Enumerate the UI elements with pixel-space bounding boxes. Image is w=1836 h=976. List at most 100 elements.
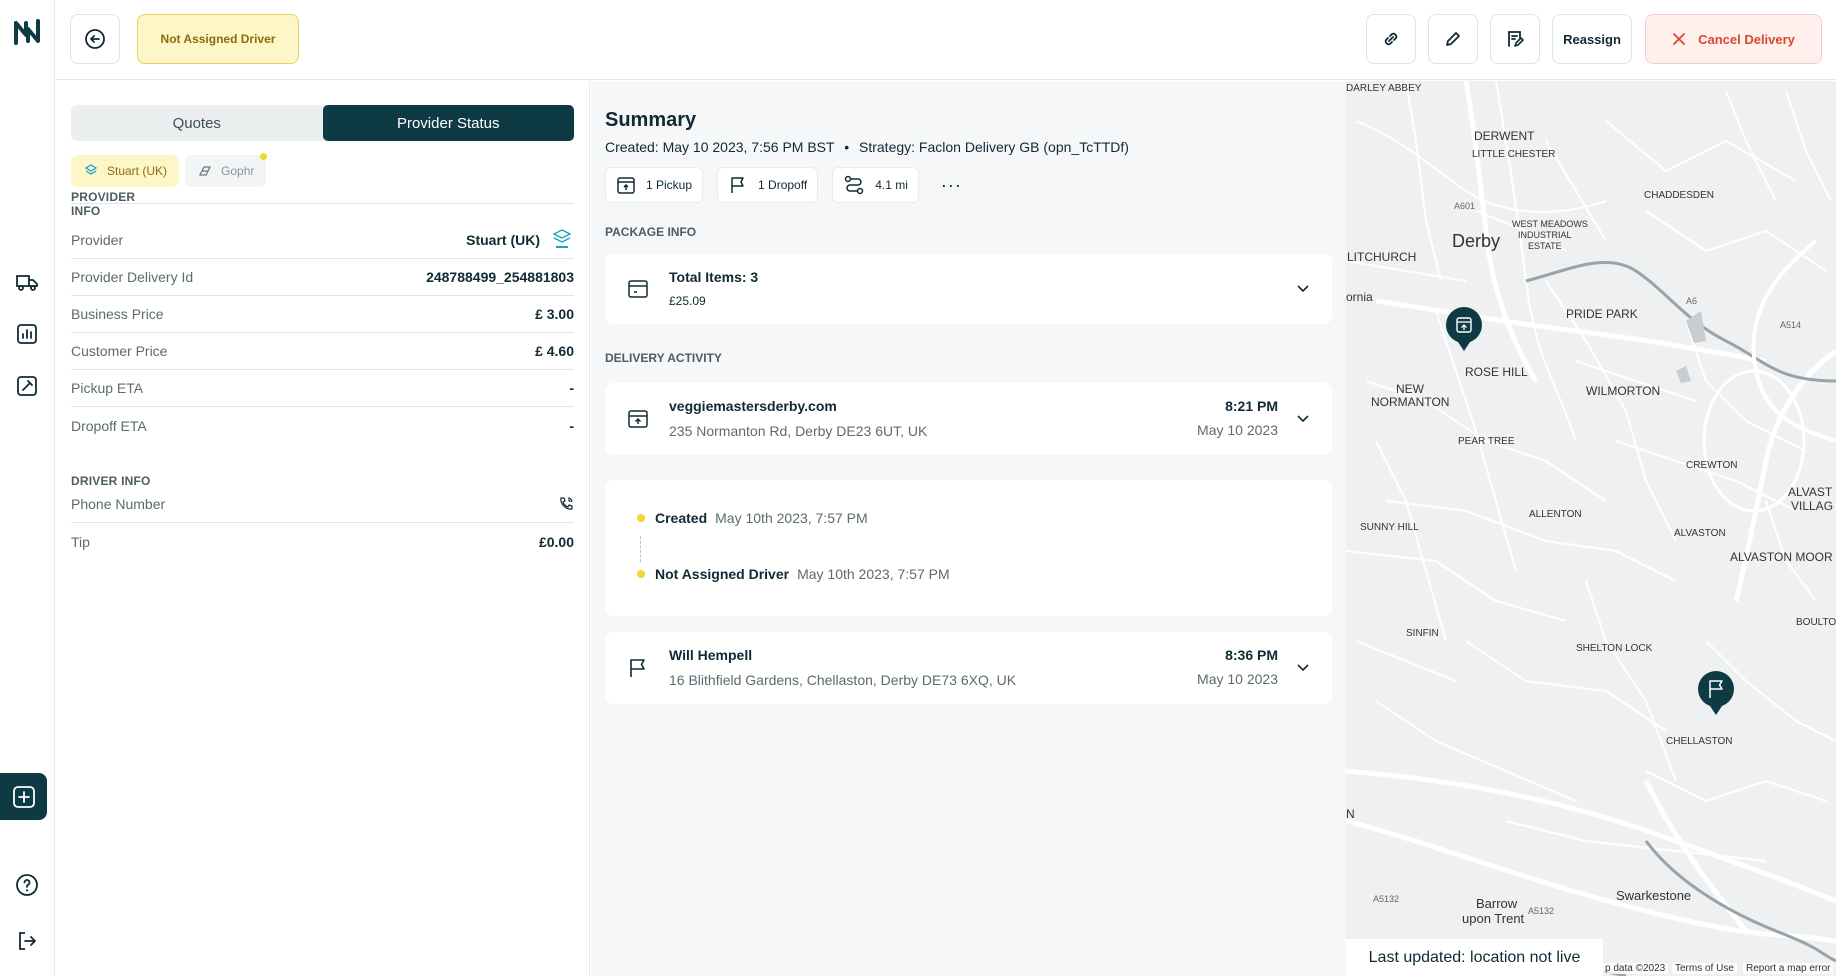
row-pickup-eta: Pickup ETA - xyxy=(71,370,574,407)
row-value: £ 4.60 xyxy=(535,343,574,359)
nav-rail xyxy=(0,0,55,976)
map-label: PRIDE PARK xyxy=(1566,307,1638,321)
map-label: CHADDESDEN xyxy=(1644,190,1714,201)
report-map-error-link[interactable]: Report a map error xyxy=(1743,963,1834,974)
map-label: ALVASTON xyxy=(1674,528,1726,539)
pickup-map-marker[interactable] xyxy=(1446,307,1482,351)
pickup-box-icon xyxy=(628,410,648,428)
stuart-logo-icon xyxy=(84,164,98,175)
row-value: Stuart (UK) xyxy=(466,227,574,253)
map-label: ALLENTON xyxy=(1529,509,1582,520)
map-label: INDUSTRIAL xyxy=(1518,230,1572,240)
pencil-icon xyxy=(1446,32,1460,46)
pickup-box-icon xyxy=(617,177,635,194)
tools-wrench-icon[interactable] xyxy=(9,368,45,404)
dropoff-count-chip: 1 Dropoff xyxy=(717,167,819,203)
strategy-text: Strategy: Faclon Delivery GB (opn_TcTTDf… xyxy=(859,139,1129,155)
provider-tab-label: Gophr xyxy=(221,164,255,178)
note-edit-icon xyxy=(1508,31,1524,47)
dropoff-time: 8:36 PM May 10 2023 xyxy=(1197,647,1278,687)
row-label: Phone Number xyxy=(71,496,166,512)
map-label: VILLAG xyxy=(1791,499,1833,513)
separator-dot: • xyxy=(844,139,850,155)
package-info-heading: PACKAGE INFO xyxy=(605,225,697,239)
map-data-attribution: p data ©2023 xyxy=(1602,963,1669,974)
last-updated-label: Last updated: location not live xyxy=(1346,939,1603,976)
logout-icon[interactable] xyxy=(9,923,45,959)
row-value: 248788499_254881803 xyxy=(426,269,574,285)
chevron-down-icon[interactable] xyxy=(1296,412,1310,426)
row-tip: Tip £0.00 xyxy=(71,523,574,560)
close-icon xyxy=(1673,33,1685,45)
panel-tabs: Quotes Provider Status xyxy=(71,105,574,141)
deliveries-truck-icon[interactable] xyxy=(9,264,45,300)
map-label: upon Trent xyxy=(1462,911,1525,926)
map-label: Swarkestone xyxy=(1616,888,1691,903)
package-card[interactable]: Total Items: 3 £25.09 xyxy=(605,254,1332,324)
map-label: LITTLE CHESTER xyxy=(1472,149,1555,160)
flag-icon xyxy=(731,177,744,193)
delivery-map[interactable]: DARLEY ABBEY DERWENT LITTLE CHESTER CHAD… xyxy=(1346,81,1836,976)
pickup-card[interactable]: veggiemastersderby.com 235 Normanton Rd,… xyxy=(605,383,1332,455)
package-icon xyxy=(628,280,648,298)
map-label: Derby xyxy=(1452,231,1500,251)
reassign-button[interactable]: Reassign xyxy=(1552,14,1632,64)
back-button[interactable] xyxy=(70,14,120,64)
dropoff-card[interactable]: Will Hempell 16 Blithfield Gardens, Chel… xyxy=(605,632,1332,704)
app-logo-icon[interactable] xyxy=(9,14,45,50)
summary-subtitle: Created: May 10 2023, 7:56 PM BST • Stra… xyxy=(605,139,1129,155)
stuart-logo-icon xyxy=(552,229,572,248)
summary-chips: 1 Pickup 1 Dropoff 4.1 mi ··· xyxy=(605,167,962,203)
provider-tab-label: Stuart (UK) xyxy=(107,164,168,178)
notification-dot xyxy=(260,153,268,160)
provider-tab-stuart[interactable]: Stuart (UK) xyxy=(71,155,180,187)
map-canvas[interactable]: DARLEY ABBEY DERWENT LITTLE CHESTER CHAD… xyxy=(1346,81,1836,976)
map-label: A601 xyxy=(1454,201,1475,211)
tab-quotes[interactable]: Quotes xyxy=(71,105,323,141)
map-label: WEST MEADOWS xyxy=(1512,219,1588,229)
pickup-address: 235 Normanton Rd, Derby DE23 6UT, UK xyxy=(669,423,928,439)
map-label: ornia xyxy=(1346,290,1373,304)
row-value: - xyxy=(569,380,574,396)
chevron-down-icon[interactable] xyxy=(1296,282,1310,296)
call-button[interactable] xyxy=(558,496,574,512)
row-business-price: Business Price £ 3.00 xyxy=(71,296,574,333)
map-label: ALVAST xyxy=(1788,485,1833,499)
map-label: LITCHURCH xyxy=(1347,250,1416,264)
map-terms-link[interactable]: Terms of Use xyxy=(1672,963,1737,974)
provider-tab-gophr[interactable]: Gophr xyxy=(185,153,268,187)
row-customer-price: Customer Price £ 4.60 xyxy=(71,333,574,370)
create-delivery-button[interactable] xyxy=(0,773,47,820)
arrow-left-circle-icon xyxy=(85,29,105,49)
row-dropoff-eta: Dropoff ETA - xyxy=(71,407,574,444)
notes-button[interactable] xyxy=(1490,14,1540,64)
copy-link-button[interactable] xyxy=(1366,14,1416,64)
edit-button[interactable] xyxy=(1428,14,1478,64)
dropoff-map-marker[interactable] xyxy=(1698,671,1734,715)
more-options-button[interactable]: ··· xyxy=(941,175,962,196)
map-label: Barrow xyxy=(1476,896,1518,911)
pickup-name: veggiemastersderby.com xyxy=(669,398,837,414)
timeline-connector xyxy=(640,536,641,562)
tab-provider-status[interactable]: Provider Status xyxy=(322,105,574,141)
delivery-activity-heading: DELIVERY ACTIVITY xyxy=(605,351,722,365)
summary-title: Summary xyxy=(605,109,697,131)
analytics-chart-icon[interactable] xyxy=(9,316,45,352)
map-label: A5132 xyxy=(1373,894,1399,904)
row-value: - xyxy=(569,417,574,434)
map-label: WILMORTON xyxy=(1586,384,1660,398)
cancel-delivery-button[interactable]: Cancel Delivery xyxy=(1645,14,1822,64)
cancel-delivery-label: Cancel Delivery xyxy=(1698,31,1795,47)
help-icon[interactable] xyxy=(9,867,45,903)
map-label: SINFIN xyxy=(1406,628,1439,639)
link-icon xyxy=(1384,32,1398,46)
timeline-dot xyxy=(637,514,645,522)
package-price: £25.09 xyxy=(669,294,706,308)
top-bar: Not Assigned Driver Reassign Cancel Deli… xyxy=(56,0,1836,80)
divider xyxy=(71,203,574,204)
map-label: A5132 xyxy=(1528,906,1554,916)
row-label: Provider xyxy=(71,232,124,248)
map-label: PEAR TREE xyxy=(1458,436,1515,447)
map-label: BOULTO xyxy=(1796,617,1836,628)
chevron-down-icon[interactable] xyxy=(1296,661,1310,675)
